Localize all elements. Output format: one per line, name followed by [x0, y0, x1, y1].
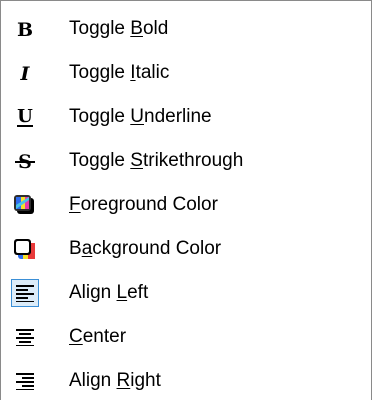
svg-text:B: B	[17, 19, 33, 41]
menu-border-top	[0, 0, 372, 1]
align-right-icon	[11, 367, 39, 395]
menu-item-label: Center	[69, 326, 127, 347]
menu-item-label: Background Color	[69, 238, 222, 259]
menu-item-toggle-underline[interactable]: U Toggle Underline	[1, 96, 371, 140]
menu-item-label: Align Right	[69, 370, 161, 391]
menu-item-toggle-italic[interactable]: I Toggle Italic	[1, 52, 371, 96]
background-color-icon	[11, 235, 39, 263]
menu-item-foreground-color[interactable]: Foreground Color	[1, 184, 371, 228]
foreground-color-icon	[11, 191, 39, 219]
bold-icon: B	[11, 15, 39, 43]
menu-item-label: Toggle Underline	[69, 106, 212, 127]
align-left-icon	[11, 279, 39, 307]
menu-item-toggle-strikethrough[interactable]: S Toggle Strikethrough	[1, 140, 371, 184]
menu-item-label: Toggle Strikethrough	[69, 150, 244, 171]
menu-border-right	[371, 0, 372, 400]
svg-text:I: I	[20, 63, 31, 85]
menu-item-center[interactable]: Center	[1, 316, 371, 360]
context-menu: B Toggle Bold I Toggle Italic U Toggle U…	[0, 0, 388, 400]
menu-item-align-right[interactable]: Align Right	[1, 360, 371, 404]
menu-item-toggle-bold[interactable]: B Toggle Bold	[1, 8, 371, 52]
menu-item-background-color[interactable]: Background Color	[1, 228, 371, 272]
menu-item-align-left[interactable]: Align Left	[1, 272, 371, 316]
menu-item-label: Toggle Bold	[69, 18, 169, 39]
menu-item-label: Foreground Color	[69, 194, 218, 215]
strikethrough-icon: S	[11, 147, 39, 175]
underline-icon: U	[11, 103, 39, 131]
italic-icon: I	[11, 59, 39, 87]
align-center-icon	[11, 323, 39, 351]
menu-item-label: Toggle Italic	[69, 62, 170, 83]
menu-item-label: Align Left	[69, 282, 149, 303]
svg-text:U: U	[17, 106, 33, 127]
